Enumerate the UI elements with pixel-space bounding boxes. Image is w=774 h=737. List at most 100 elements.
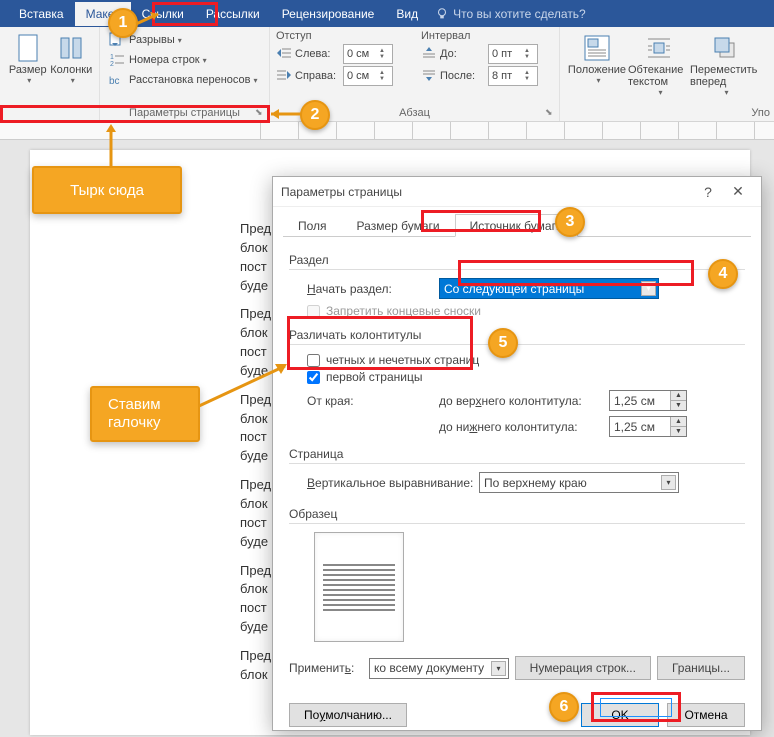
header-distance-input[interactable]: 1,25 см▲▼ bbox=[609, 390, 687, 411]
line-numbers-button[interactable]: Нумерация строк... bbox=[515, 656, 651, 680]
tab-mailings[interactable]: Рассылки bbox=[195, 2, 271, 26]
callout-6: 6 bbox=[549, 692, 579, 722]
footer-distance-input[interactable]: 1,25 см▲▼ bbox=[609, 416, 687, 437]
checkbox-icon bbox=[307, 354, 320, 367]
bring-forward-button[interactable]: Переместить вперед▾ bbox=[690, 30, 760, 97]
callout-4: 4 bbox=[708, 259, 738, 289]
ruler[interactable] bbox=[0, 122, 774, 140]
chevron-down-icon: ▾ bbox=[641, 281, 656, 296]
spacing-after-input[interactable]: 8 пт▲▼ bbox=[488, 66, 538, 86]
svg-text:2: 2 bbox=[110, 61, 114, 68]
indent-left-input[interactable]: 0 см▲▼ bbox=[343, 44, 393, 64]
spacing-header: Интервал bbox=[421, 30, 538, 42]
callout-1: 1 bbox=[108, 8, 138, 38]
cancel-button[interactable]: Отмена bbox=[667, 703, 745, 727]
section-start-select[interactable]: Со следующей страницы▾ bbox=[439, 278, 659, 299]
wrap-icon bbox=[643, 32, 675, 64]
page-header: Страница bbox=[289, 447, 745, 464]
dialog-footer: По умолчанию... OK Отмена bbox=[273, 695, 761, 735]
suppress-endnotes-check[interactable]: Запретить концевые сноски bbox=[307, 304, 745, 318]
position-icon bbox=[581, 32, 613, 64]
dialog-tabs: Поля Размер бумаги Источник бумаги bbox=[283, 213, 751, 237]
callout-2: 2 bbox=[300, 100, 330, 130]
group-label-page-setup: Параметры страницы bbox=[100, 107, 269, 119]
callout-tip-2: Ставим галочку bbox=[90, 386, 200, 442]
group-page-setup-left: Размер▾ Колонки▾ bbox=[0, 27, 100, 121]
header-label: до верхнего колонтитула: bbox=[439, 394, 609, 408]
callout-tip-1: Тырк сюда bbox=[32, 166, 182, 214]
indent-left-icon bbox=[276, 46, 292, 62]
indent-right-input[interactable]: 0 см▲▼ bbox=[343, 66, 393, 86]
forward-icon bbox=[709, 32, 741, 64]
section-start-row: Начать раздел: Со следующей страницы▾ bbox=[289, 278, 745, 299]
tab-links[interactable]: Ссылки bbox=[131, 2, 195, 26]
apply-row: Применить: ко всему документу▾ Нумерация… bbox=[289, 656, 745, 680]
page-setup-dialog: Параметры страницы ? ✕ Поля Размер бумаг… bbox=[272, 176, 762, 731]
tab-insert[interactable]: Вставка bbox=[8, 2, 75, 26]
size-icon bbox=[12, 32, 44, 64]
header-distance-row: От края: до верхнего колонтитула: 1,25 с… bbox=[289, 390, 745, 411]
ribbon: Размер▾ Колонки▾ Разрывы▾ 12Номера строк… bbox=[0, 27, 774, 122]
dialog-titlebar: Параметры страницы ? ✕ bbox=[273, 177, 761, 207]
footer-label: до нижнего колонтитула: bbox=[439, 420, 609, 434]
size-button[interactable]: Размер▾ bbox=[6, 30, 50, 85]
first-page-check[interactable]: первой страницы bbox=[307, 370, 745, 384]
indent-right-icon bbox=[276, 68, 292, 84]
size-label: Размер bbox=[9, 64, 47, 76]
spacing-after-icon bbox=[421, 68, 437, 84]
dialog-title: Параметры страницы bbox=[281, 185, 402, 199]
default-button[interactable]: По умолчанию... bbox=[289, 703, 407, 727]
svg-text:1: 1 bbox=[110, 54, 114, 61]
tell-me[interactable]: Что вы хотите сделать? bbox=[435, 7, 586, 21]
tell-me-label: Что вы хотите сделать? bbox=[453, 7, 586, 21]
svg-text:bc: bc bbox=[109, 76, 120, 87]
checkbox-icon bbox=[307, 371, 320, 384]
preview-header: Образец bbox=[289, 507, 745, 524]
valign-select[interactable]: По верхнему краю▾ bbox=[479, 472, 679, 493]
preview-box bbox=[314, 532, 404, 642]
group-label-arrange: Упо bbox=[560, 107, 774, 119]
line-numbers-icon: 12 bbox=[109, 52, 125, 68]
from-edge-label: От края: bbox=[289, 394, 439, 408]
apply-select[interactable]: ко всему документу▾ bbox=[369, 658, 509, 679]
checkbox-icon bbox=[307, 305, 320, 318]
dialog-body: Раздел Начать раздел: Со следующей стран… bbox=[273, 237, 761, 695]
group-arrange: Положение▾ Обтекание текстом▾ Переместит… bbox=[560, 27, 774, 121]
dialog-close-button[interactable]: ✕ bbox=[723, 183, 753, 200]
borders-button[interactable]: Границы... bbox=[657, 656, 745, 680]
position-button[interactable]: Положение▾ bbox=[566, 30, 628, 97]
spacing-after-row: После:8 пт▲▼ bbox=[421, 66, 538, 86]
indent-left-row: Слева:0 см▲▼ bbox=[276, 44, 393, 64]
page-setup-launcher[interactable]: ⬊ bbox=[255, 107, 265, 117]
hyphenation-icon: bc bbox=[109, 72, 125, 88]
footer-distance-row: до нижнего колонтитула: 1,25 см▲▼ bbox=[289, 416, 745, 437]
columns-button[interactable]: Колонки▾ bbox=[50, 30, 94, 85]
callout-3: 3 bbox=[555, 207, 585, 237]
tab-margins[interactable]: Поля bbox=[283, 214, 342, 237]
columns-label: Колонки bbox=[50, 64, 92, 76]
tab-paper[interactable]: Размер бумаги bbox=[342, 214, 455, 237]
wrap-button[interactable]: Обтекание текстом▾ bbox=[628, 30, 690, 97]
apply-label: Применить: bbox=[289, 661, 369, 675]
odd-even-check[interactable]: четных и нечетных страниц bbox=[307, 353, 745, 367]
columns-icon bbox=[55, 32, 87, 64]
paragraph-launcher[interactable]: ⬊ bbox=[545, 107, 555, 117]
chevron-down-icon: ▾ bbox=[491, 661, 506, 676]
group-page-setup-right: Разрывы▾ 12Номера строк▾ bcРасстановка п… bbox=[100, 27, 270, 121]
spacing-before-row: До:0 пт▲▼ bbox=[421, 44, 538, 64]
callout-5: 5 bbox=[488, 328, 518, 358]
tab-view[interactable]: Вид bbox=[385, 2, 429, 26]
ok-button[interactable]: OK bbox=[581, 703, 659, 727]
section-header: Раздел bbox=[289, 253, 745, 270]
spacing-before-icon bbox=[421, 46, 437, 62]
spacing-before-input[interactable]: 0 пт▲▼ bbox=[488, 44, 538, 64]
chevron-down-icon: ▾ bbox=[661, 475, 676, 490]
line-numbers-button[interactable]: 12Номера строк▾ bbox=[106, 50, 263, 70]
tab-review[interactable]: Рецензирование bbox=[271, 2, 386, 26]
valign-row: Вертикальное выравнивание: По верхнему к… bbox=[289, 472, 745, 493]
bulb-icon bbox=[435, 7, 449, 21]
hyphenation-button[interactable]: bcРасстановка переносов▾ bbox=[106, 70, 263, 90]
indent-header: Отступ bbox=[276, 30, 393, 42]
indent-right-row: Справа:0 см▲▼ bbox=[276, 66, 393, 86]
dialog-help-button[interactable]: ? bbox=[693, 184, 723, 200]
